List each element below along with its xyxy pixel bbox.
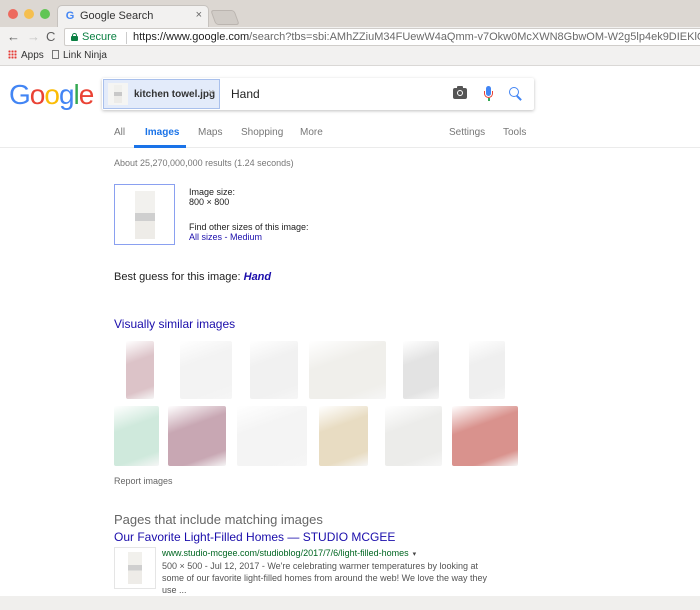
search-icon[interactable] — [509, 87, 523, 101]
address-bar[interactable]: Secure https://www.google.com/search?tbs… — [64, 28, 700, 46]
similar-image-thumbnail[interactable] — [180, 341, 232, 399]
result-url[interactable]: www.studio-mcgee.com/studioblog/2017/7/6… — [162, 548, 416, 558]
url-text[interactable]: https://www.google.com/search?tbs=sbi:AM… — [133, 31, 700, 43]
tab-images[interactable]: Images — [145, 127, 179, 138]
bookmark-label: Apps — [21, 50, 44, 61]
secure-label: Secure — [82, 31, 117, 43]
best-guess: Best guess for this image: Hand — [114, 271, 271, 283]
url-dropdown-icon[interactable]: ▾ — [413, 551, 417, 558]
active-tab-indicator — [134, 145, 186, 148]
search-tabs: All Images Maps Shopping More Settings T… — [0, 124, 700, 148]
url-host: https://www.google.com — [133, 31, 250, 43]
apps-grid-icon — [8, 50, 17, 59]
visually-similar-heading[interactable]: Visually similar images — [114, 317, 235, 331]
logo-letter: e — [78, 79, 95, 110]
tab-tools[interactable]: Tools — [503, 127, 526, 138]
search-input[interactable] — [231, 87, 431, 101]
image-size-value: 800 × 800 — [189, 197, 230, 207]
similar-image-thumbnail[interactable] — [114, 406, 159, 466]
bookmarks-bar: Apps Link Ninja — [0, 47, 700, 66]
towel-image — [135, 191, 155, 239]
logo-letter: o — [29, 79, 46, 110]
tab-settings[interactable]: Settings — [449, 127, 485, 138]
maximize-window-button[interactable] — [40, 9, 50, 19]
bookmark-link-ninja[interactable]: Link Ninja — [52, 50, 107, 61]
similar-image-thumbnail[interactable] — [168, 406, 226, 466]
medium-size-link[interactable]: Medium — [230, 232, 262, 242]
similar-image-thumbnail[interactable] — [250, 341, 298, 399]
tab-maps[interactable]: Maps — [198, 127, 222, 138]
bookmark-apps[interactable]: Apps — [8, 50, 44, 61]
camera-icon[interactable] — [453, 86, 467, 99]
forward-arrow-icon[interactable]: → — [27, 28, 40, 46]
tab-shopping[interactable]: Shopping — [241, 127, 283, 138]
similar-image-thumbnail[interactable] — [385, 406, 442, 466]
url-path: /search?tbs=sbi:AMhZZiuM34FUewW4aQmm-v7O… — [249, 31, 700, 43]
search-image-filename: kitchen towel.jpg — [134, 89, 216, 100]
lock-icon — [71, 33, 78, 41]
matching-pages-heading: Pages that include matching images — [114, 512, 323, 527]
result-thumbnail[interactable] — [114, 547, 156, 589]
image-size-label: Image size: — [189, 187, 236, 197]
reload-icon[interactable]: C — [46, 28, 55, 46]
link-separator: - — [222, 232, 231, 242]
address-separator — [126, 32, 127, 44]
logo-letter: o — [44, 79, 60, 110]
result-snippet: 500 × 500 - Jul 12, 2017 - We're celebra… — [162, 561, 487, 595]
browser-toolbar: ← → C Secure https://www.google.com/sear… — [0, 27, 700, 47]
best-guess-link[interactable]: Hand — [244, 271, 272, 283]
all-sizes-link[interactable]: All sizes — [189, 232, 222, 242]
browser-tab[interactable]: G Google Search × — [57, 5, 209, 27]
search-box: kitchen towel.jpg × — [102, 78, 534, 110]
similar-image-thumbnail[interactable] — [452, 406, 518, 466]
page-icon — [52, 50, 59, 59]
result-title-link[interactable]: Our Favorite Light-Filled Homes — STUDIO… — [114, 530, 395, 544]
other-sizes-label: Find other sizes of this image: — [189, 222, 309, 232]
similar-image-thumbnail[interactable] — [469, 341, 505, 399]
other-sizes-links: All sizes - Medium — [189, 232, 262, 242]
result-stats: About 25,270,000,000 results (1.24 secon… — [114, 158, 294, 168]
new-tab-button[interactable] — [210, 10, 240, 25]
google-favicon-icon: G — [65, 10, 75, 22]
microphone-icon[interactable] — [484, 86, 493, 102]
tab-close-icon[interactable]: × — [196, 9, 202, 21]
tab-all[interactable]: All — [114, 127, 125, 138]
logo-letter: g — [58, 79, 75, 110]
search-image-thumbnail — [108, 83, 128, 105]
query-image-thumbnail[interactable] — [114, 184, 175, 245]
close-window-button[interactable] — [8, 9, 18, 19]
browser-titlebar: G Google Search × — [0, 0, 700, 27]
similar-image-thumbnail[interactable] — [126, 341, 154, 399]
google-logo[interactable]: Google — [9, 79, 95, 111]
remove-image-icon[interactable]: × — [208, 87, 214, 99]
similar-image-thumbnail[interactable] — [319, 406, 368, 466]
similar-image-thumbnail[interactable] — [237, 406, 307, 466]
similar-image-thumbnail[interactable] — [309, 341, 386, 399]
back-arrow-icon[interactable]: ← — [7, 28, 20, 46]
report-images-link[interactable]: Report images — [114, 476, 173, 486]
best-guess-label: Best guess for this image: — [114, 271, 244, 283]
minimize-window-button[interactable] — [24, 9, 34, 19]
result-url-text: www.studio-mcgee.com/studioblog/2017/7/6… — [162, 548, 409, 558]
search-image-chip[interactable]: kitchen towel.jpg × — [103, 79, 220, 109]
similar-image-thumbnail[interactable] — [403, 341, 439, 399]
tab-more[interactable]: More — [300, 127, 323, 138]
tab-title: Google Search — [80, 10, 154, 22]
logo-letter: G — [9, 79, 31, 110]
window-bottom-edge — [0, 596, 700, 610]
bookmark-label: Link Ninja — [63, 50, 107, 61]
